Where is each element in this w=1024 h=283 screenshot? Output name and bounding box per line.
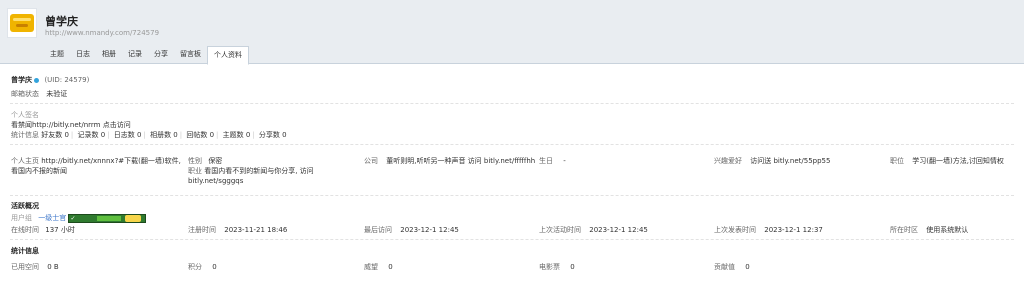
job-field: 职业 看国内看不到的新闻与你分享, 访问 bitly.net/sgggqs (188, 166, 328, 186)
timezone-label: 所在时区 (890, 226, 918, 234)
stats-label: 统计信息 (11, 131, 39, 139)
last-post-field: 上次发表时间 2023-12-1 12:37 (714, 225, 823, 235)
company-field: 公司 董听则明,听听另一种声音 访问 bitly.net/fffffhh (364, 156, 535, 166)
profile-uid: (UID: 24579) (44, 76, 90, 84)
last-visit-label: 最后访问 (364, 226, 392, 234)
gender-label: 性别 (188, 157, 202, 165)
prestige-field: 威望 0 (364, 262, 393, 272)
contribution-value: 0 (745, 263, 750, 271)
user-group-label: 用户组 (11, 214, 32, 222)
tab-blog[interactable]: 日志 (70, 46, 96, 64)
birthday-field: 生日 - (539, 156, 566, 166)
timezone-field: 所在时区 使用系统默认 (890, 225, 968, 235)
online-time-label: 在线时间 (11, 226, 39, 234)
last-active-field: 上次活动时间 2023-12-1 12:45 (539, 225, 648, 235)
divider (10, 144, 1014, 145)
stat-blogs[interactable]: 日志数 0 (114, 131, 142, 139)
position-value: 学习(翻一墙)方法,讨回知情权 (912, 157, 1004, 165)
position-label: 职位 (890, 157, 904, 165)
movie-ticket-value: 0 (570, 263, 575, 271)
avatar-image (10, 14, 34, 32)
stat-friends[interactable]: 好友数 0 (41, 131, 69, 139)
register-time-field: 注册时间 2023-11-21 18:46 (188, 225, 287, 235)
stat-albums[interactable]: 相册数 0 (150, 131, 178, 139)
movie-ticket-field: 电影票 0 (539, 262, 575, 272)
last-visit-value: 2023-12-1 12:45 (400, 226, 459, 234)
statistics-title: 统计信息 (11, 247, 39, 255)
divider (10, 103, 1014, 104)
job-label: 职业 (188, 167, 202, 175)
rank-badge-icon: ✓ (68, 213, 147, 223)
hobby-label: 兴趣爱好 (714, 157, 742, 165)
company-value: 董听则明,听听另一种声音 访问 bitly.net/fffffhh (386, 157, 536, 165)
online-time-value: 137 小时 (45, 226, 75, 234)
online-status-icon (34, 77, 39, 83)
email-status: 邮箱状态 未验证 (11, 89, 67, 99)
tab-profile[interactable]: 个人资料 (207, 46, 249, 65)
movie-ticket-label: 电影票 (539, 263, 560, 271)
stats-line: 统计信息 好友数 0 | 记录数 0 | 日志数 0 | 相册数 0 | 回帖数 0 | … (11, 131, 287, 139)
contribution-label: 贡献值 (714, 263, 735, 271)
profile-header: 曾学庆 http://www.nmandy.com/724579 主题 日志 相… (0, 0, 1024, 65)
last-post-label: 上次发表时间 (714, 226, 756, 234)
profile-name-line: 曾学庆 (UID: 24579) (11, 75, 89, 85)
tab-wall[interactable]: 留言板 (174, 46, 207, 64)
homepage-label: 个人主页 (11, 157, 39, 165)
last-visit-field: 最后访问 2023-12-1 12:45 (364, 225, 459, 235)
register-time-label: 注册时间 (188, 226, 216, 234)
email-status-value: 未验证 (46, 90, 68, 98)
signature-text: 看禁闻http://bitly.net/nrrm 点击访问 (11, 121, 131, 129)
user-group-value[interactable]: 一级士官 (38, 214, 66, 222)
user-name[interactable]: 曾学庆 (45, 13, 78, 29)
tab-doing[interactable]: 记录 (122, 46, 148, 64)
prestige-value: 0 (388, 263, 393, 271)
used-space-label: 已用空间 (11, 263, 39, 271)
hobby-value: 访问送 bitly.net/55pp55 (750, 157, 831, 165)
birthday-label: 生日 (539, 157, 553, 165)
profile-tabs: 主题 日志 相册 记录 分享 留言板 个人资料 (44, 46, 249, 65)
company-label: 公司 (364, 157, 378, 165)
divider (10, 239, 1014, 240)
used-space-field: 已用空间 0 B (11, 262, 59, 272)
last-active-label: 上次活动时间 (539, 226, 581, 234)
user-space-url[interactable]: http://www.nmandy.com/724579 (45, 29, 159, 37)
activity-title: 活跃概况 (11, 202, 39, 210)
points-label: 积分 (188, 263, 202, 271)
user-group-field: 用户组 一级士官 ✓ (11, 213, 147, 223)
timezone-value: 使用系统默认 (926, 226, 969, 234)
profile-name: 曾学庆 (11, 76, 32, 84)
birthday-value: - (563, 157, 566, 165)
used-space-value: 0 B (47, 263, 59, 271)
stat-shares[interactable]: 分享数 0 (259, 131, 287, 139)
tab-threads[interactable]: 主题 (44, 46, 70, 64)
points-value: 0 (212, 263, 217, 271)
stat-replies[interactable]: 回帖数 0 (186, 131, 214, 139)
prestige-label: 威望 (364, 263, 378, 271)
email-status-label: 邮箱状态 (11, 90, 39, 98)
position-field: 职位 学习(翻一墙)方法,讨回知情权 (890, 156, 1004, 166)
job-value: 看国内看不到的新闻与你分享, 访问 bitly.net/sgggqs (188, 167, 314, 185)
stat-threads[interactable]: 主题数 0 (223, 131, 251, 139)
gender-field: 性别 保密 (188, 156, 222, 166)
points-field: 积分 0 (188, 262, 217, 272)
last-active-value: 2023-12-1 12:45 (589, 226, 648, 234)
divider (10, 195, 1014, 196)
tab-album[interactable]: 相册 (96, 46, 122, 64)
tab-share[interactable]: 分享 (148, 46, 174, 64)
stat-doings[interactable]: 记录数 0 (78, 131, 106, 139)
contribution-field: 贡献值 0 (714, 262, 750, 272)
online-time-field: 在线时间 137 小时 (11, 225, 75, 235)
avatar[interactable] (7, 8, 37, 38)
hobby-field: 兴趣爱好 访问送 bitly.net/55pp55 (714, 156, 830, 166)
homepage-field: 个人主页 http://bitly.net/xnnnx?#下载(翻一墙)软件, … (11, 156, 181, 176)
signature-label: 个人签名 (11, 111, 39, 119)
gender-value: 保密 (208, 157, 223, 165)
last-post-value: 2023-12-1 12:37 (764, 226, 823, 234)
register-time-value: 2023-11-21 18:46 (224, 226, 288, 234)
